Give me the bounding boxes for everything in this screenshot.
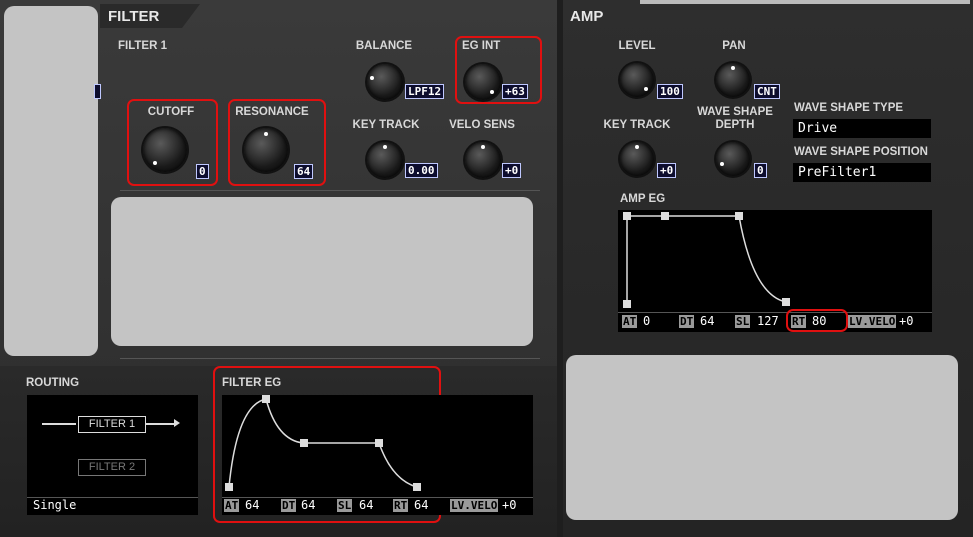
divider bbox=[222, 497, 533, 498]
route-line bbox=[146, 423, 176, 425]
pan-value[interactable]: CNT bbox=[754, 84, 780, 99]
filter-eg-dt-tag: DT bbox=[281, 499, 297, 512]
cutoff-value[interactable]: 0 bbox=[196, 164, 209, 179]
amp-key-track-knob[interactable] bbox=[620, 142, 654, 176]
level-knob[interactable] bbox=[620, 63, 654, 97]
amp-eg-lv-tag: LV.VELO bbox=[848, 315, 897, 328]
filter-eg-graph[interactable] bbox=[222, 395, 533, 495]
logo-strip bbox=[640, 0, 970, 4]
filter1-route-box[interactable]: FILTER 1 bbox=[78, 416, 146, 433]
filter-key-track-knob[interactable] bbox=[367, 142, 403, 178]
filter2-route-box[interactable]: FILTER 2 bbox=[78, 459, 146, 476]
velo-sens-label: VELO SENS bbox=[449, 119, 515, 131]
amp-eg-dt-value[interactable]: 64 bbox=[700, 315, 714, 328]
eg-int-label: EG INT bbox=[462, 40, 501, 52]
partial-value bbox=[94, 84, 101, 99]
divider bbox=[120, 190, 540, 191]
wave-shape-depth-value[interactable]: 0 bbox=[754, 163, 767, 178]
amp-eg-dt-tag: DT bbox=[679, 315, 695, 328]
wave-shape-position-label: WAVE SHAPE POSITION bbox=[794, 146, 928, 158]
wave-shape-type-label: WAVE SHAPE TYPE bbox=[794, 102, 904, 114]
level-value[interactable]: 100 bbox=[657, 84, 683, 99]
resonance-knob[interactable] bbox=[244, 128, 288, 172]
amp-key-track-label: KEY TRACK bbox=[603, 119, 671, 131]
filter-eg-label: FILTER EG bbox=[222, 377, 282, 389]
cutoff-knob[interactable] bbox=[143, 128, 187, 172]
routing-mode[interactable]: Single bbox=[33, 499, 76, 512]
balance-label: BALANCE bbox=[355, 40, 413, 52]
filter1-label: FILTER 1 bbox=[118, 40, 167, 52]
amp-eg-sl-tag: SL bbox=[735, 315, 751, 328]
eg-int-value[interactable]: +63 bbox=[502, 84, 528, 99]
balance-knob[interactable] bbox=[367, 64, 403, 100]
amp-eg-rt-tag: RT bbox=[791, 315, 807, 328]
eg-int-knob[interactable] bbox=[465, 64, 501, 100]
filter-key-track-value[interactable]: 0.00 bbox=[405, 163, 438, 178]
wave-shape-depth-label: WAVE SHAPE DEPTH bbox=[694, 106, 776, 132]
depth-label: DEPTH bbox=[715, 119, 755, 131]
filter-eg-rt-value[interactable]: 64 bbox=[414, 499, 428, 512]
filter-eg-lv-tag: LV.VELO bbox=[450, 499, 499, 512]
pan-knob[interactable] bbox=[716, 63, 750, 97]
wave-shape-type-field[interactable]: Drive bbox=[793, 119, 931, 138]
amp-eg-at-tag: AT bbox=[622, 315, 638, 328]
redacted-area bbox=[111, 197, 533, 346]
filter-eg-at-value[interactable]: 64 bbox=[245, 499, 259, 512]
amp-eg-rt-value[interactable]: 80 bbox=[812, 315, 826, 328]
filter-eg-sl-tag: SL bbox=[337, 499, 353, 512]
arrow-right-icon bbox=[174, 419, 180, 427]
filter-eg-lv-value[interactable]: +0 bbox=[502, 499, 516, 512]
redacted-area bbox=[4, 6, 98, 356]
filter-title: FILTER bbox=[108, 8, 160, 25]
routing-label: ROUTING bbox=[26, 377, 80, 389]
amp-eg-lv-value[interactable]: +0 bbox=[899, 315, 913, 328]
amp-eg-graph[interactable] bbox=[618, 210, 932, 310]
amp-title: AMP bbox=[570, 8, 604, 25]
redacted-area bbox=[566, 355, 958, 520]
resonance-label: RESONANCE bbox=[235, 106, 309, 118]
resonance-value[interactable]: 64 bbox=[294, 164, 314, 179]
wave-shape-position-field[interactable]: PreFilter1 bbox=[793, 163, 931, 182]
amp-eg-sl-value[interactable]: 127 bbox=[757, 315, 779, 328]
wave-shape-depth-knob[interactable] bbox=[716, 142, 750, 176]
filter-eg-rt-tag: RT bbox=[393, 499, 409, 512]
filter-eg-sl-value[interactable]: 64 bbox=[359, 499, 373, 512]
pan-label: PAN bbox=[722, 40, 746, 52]
velo-sens-value[interactable]: +0 bbox=[502, 163, 522, 178]
velo-sens-knob[interactable] bbox=[465, 142, 501, 178]
filter-eg-dt-value[interactable]: 64 bbox=[301, 499, 315, 512]
amp-eg-at-value[interactable]: 0 bbox=[643, 315, 650, 328]
divider bbox=[120, 358, 540, 359]
balance-value[interactable]: LPF12 bbox=[405, 84, 445, 99]
filter-key-track-label: KEY TRACK bbox=[352, 119, 420, 131]
amp-key-track-value[interactable]: +0 bbox=[657, 163, 677, 178]
level-label: LEVEL bbox=[618, 40, 656, 52]
route-line bbox=[42, 423, 76, 425]
divider bbox=[618, 312, 932, 313]
cutoff-label: CUTOFF bbox=[147, 106, 195, 118]
filter-eg-at-tag: AT bbox=[224, 499, 240, 512]
wave-shape-label: WAVE SHAPE bbox=[697, 106, 773, 118]
amp-eg-label: AMP EG bbox=[620, 193, 666, 205]
